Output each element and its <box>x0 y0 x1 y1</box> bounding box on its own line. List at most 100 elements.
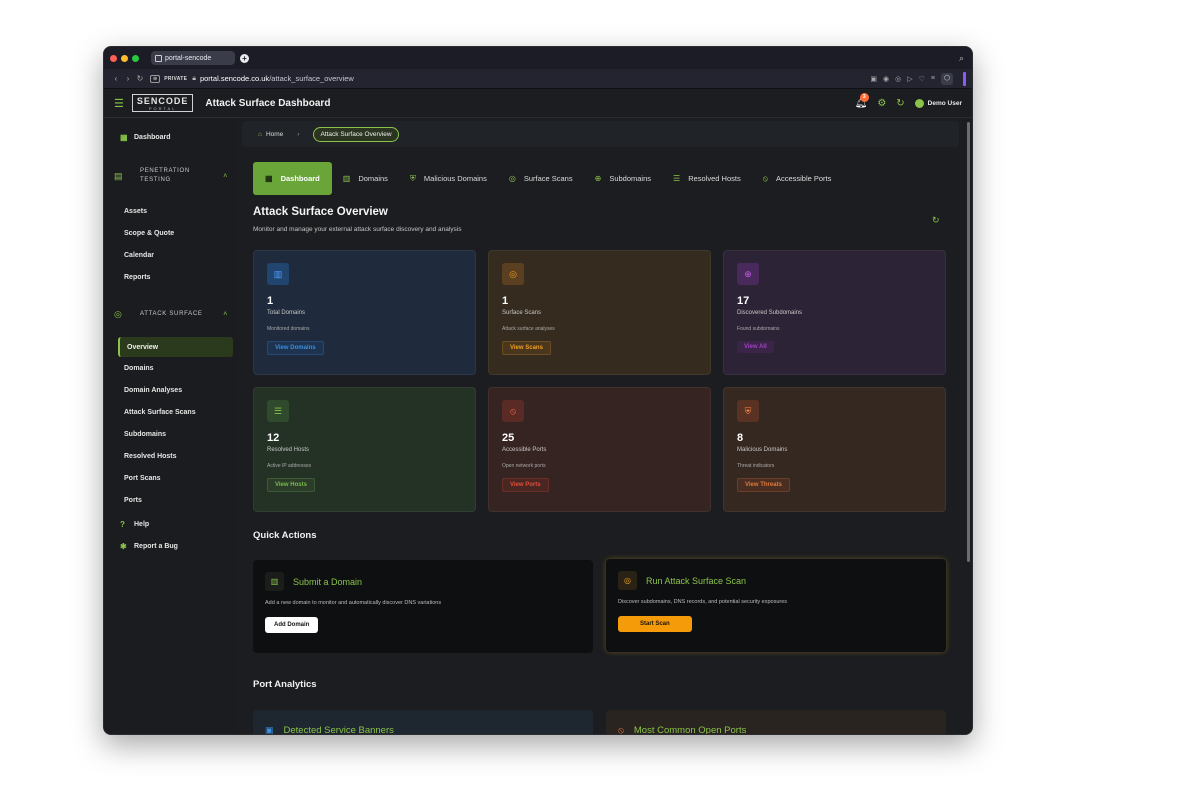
sidebar-item-attack-surface-scans[interactable]: Attack Surface Scans <box>104 401 238 423</box>
stat-desc: Attack surface analyses <box>502 326 555 332</box>
sidebar: ▦ Dashboard ▤ PENETRATION TESTING ˄ Asse… <box>104 118 238 734</box>
sidebar-item-reports[interactable]: Reports <box>104 266 238 288</box>
port-analytics-title: Port Analytics <box>253 679 317 690</box>
url-field[interactable]: portal.sencode.co.uk/attack_surface_over… <box>200 74 354 83</box>
view-scans-button[interactable]: View Scans <box>502 341 551 355</box>
private-icon: ⊕ <box>150 74 161 83</box>
private-label: PRIVATE <box>164 75 188 82</box>
reload-icon[interactable]: ↻ <box>134 74 146 83</box>
browser-tab[interactable]: portal-sencode <box>151 51 235 65</box>
stat-value: 25 <box>502 432 515 444</box>
list-icon: ☰ <box>267 400 289 422</box>
location-icon[interactable]: ◎ <box>895 75 901 83</box>
qa-desc: Discover subdomains, DNS records, and po… <box>618 599 788 605</box>
forward-icon[interactable]: › <box>122 74 134 83</box>
bug-icon: ✱ <box>120 541 127 551</box>
sidebar-item-report-bug[interactable]: ✱ Report a Bug <box>104 535 238 557</box>
stat-card-total-domains: ▥ 1 Total Domains Monitored domains View… <box>253 250 476 375</box>
breadcrumb-home[interactable]: ⌂ Home <box>258 131 283 138</box>
server-icon: ▣ <box>265 724 274 735</box>
tab-domains[interactable]: ▥ Domains <box>332 162 399 195</box>
heart-icon[interactable]: ♡ <box>919 75 925 83</box>
back-icon[interactable]: ‹ <box>110 74 122 83</box>
sidebar-item-port-scans[interactable]: Port Scans <box>104 467 238 489</box>
quick-actions-title: Quick Actions <box>253 530 317 541</box>
chart-icon: ▤ <box>114 170 124 181</box>
tab-resolved-hosts[interactable]: ☰ Resolved Hosts <box>662 162 752 195</box>
signal-icon: ⦸ <box>618 724 624 735</box>
sidebar-item-assets[interactable]: Assets <box>104 200 238 222</box>
stat-desc: Monitored domains <box>267 326 310 332</box>
reader-icon[interactable]: ▣ <box>870 75 877 83</box>
view-hosts-button[interactable]: View Hosts <box>267 478 315 492</box>
sencode-logo[interactable]: SENCODE PORTAL <box>131 94 194 112</box>
stat-card-malicious-domains: ⛨ 8 Malicious Domains Threat indicators … <box>723 387 946 512</box>
qa-title: Run Attack Surface Scan <box>646 575 747 586</box>
sidebar-item-subdomains[interactable]: Subdomains <box>104 423 238 445</box>
view-ports-button[interactable]: View Ports <box>502 478 549 492</box>
sidebar-item-dashboard[interactable]: ▦ Dashboard <box>104 126 238 148</box>
stat-value: 12 <box>267 432 280 444</box>
tab-dashboard[interactable]: ▦ Dashboard <box>253 162 332 195</box>
browser-titlebar: portal-sencode + ⌕ <box>104 47 972 69</box>
view-all-button[interactable]: View All <box>737 341 774 353</box>
start-scan-button[interactable]: Start Scan <box>618 616 692 632</box>
chevron-up-icon: ˄ <box>223 310 228 318</box>
section-label: ATTACK SURFACE <box>140 311 203 317</box>
tab-label: Subdomains <box>609 174 652 183</box>
dashboard-icon: ▦ <box>265 174 273 183</box>
stat-card-accessible-ports: ⦸ 25 Accessible Ports Open network ports… <box>488 387 711 512</box>
hamburger-menu-icon[interactable]: ☰ <box>114 97 124 110</box>
refresh-icon[interactable]: ↻ <box>932 215 940 226</box>
app-title: Attack Surface Dashboard <box>205 97 331 109</box>
section-label: PENETRATION TESTING <box>140 168 190 183</box>
sidebar-item-domains[interactable]: Domains <box>104 357 238 379</box>
tab-label: Dashboard <box>280 174 320 183</box>
add-domain-button[interactable]: Add Domain <box>265 617 319 633</box>
page-subtitle: Monitor and manage your external attack … <box>253 226 462 233</box>
panel-service-banners: ▣ Detected Service Banners <box>253 710 593 735</box>
notification-badge: 3 <box>859 92 869 102</box>
lock-icon[interactable]: 🔒︎ <box>192 75 196 83</box>
sidebar-item-calendar[interactable]: Calendar <box>104 244 238 266</box>
camera-icon[interactable]: ◉ <box>883 75 889 83</box>
tab-label: Accessible Ports <box>775 174 832 183</box>
user-menu[interactable]: Demo User <box>914 98 962 108</box>
notifications-button[interactable]: 🔔︎ 3 <box>855 92 869 109</box>
view-domains-button[interactable]: View Domains <box>267 341 324 355</box>
sidebar-section-attack-surface[interactable]: ◎ ATTACK SURFACE ˄ <box>104 300 238 328</box>
tab-label: Resolved Hosts <box>688 174 741 183</box>
building-icon: ▥ <box>342 174 351 183</box>
menu-icon[interactable]: ≡ <box>931 75 935 82</box>
close-window-button[interactable] <box>110 54 117 62</box>
tab-search-icon[interactable]: ⌕ <box>959 53 964 64</box>
sidebar-item-label: Help <box>134 520 150 528</box>
sidebar-item-help[interactable]: ? Help <box>104 513 238 535</box>
sidebar-item-resolved-hosts[interactable]: Resolved Hosts <box>104 445 238 467</box>
tab-surface-scans[interactable]: ◎ Surface Scans <box>498 162 584 195</box>
settings-gear-icon[interactable]: ⚙ <box>877 98 886 109</box>
breadcrumb: ⌂ Home › Attack Surface Overview <box>242 121 959 147</box>
view-threats-button[interactable]: View Threats <box>737 478 790 492</box>
tab-accessible-ports[interactable]: ⦸ Accessible Ports <box>752 162 843 195</box>
sidebar-section-penetration-testing[interactable]: ▤ PENETRATION TESTING ˄ <box>104 162 238 190</box>
new-tab-button[interactable]: + <box>240 53 249 63</box>
page-scrollbar[interactable] <box>967 122 970 562</box>
sidebar-item-overview[interactable]: Overview <box>118 337 233 357</box>
stat-label: Accessible Ports <box>502 447 547 453</box>
extension-icon[interactable]: ⬡ <box>941 72 953 85</box>
tab-bar: ▦ Dashboard ▥ Domains ⛨ Malicious Domains ◎… <box>253 162 842 195</box>
sidebar-item-ports[interactable]: Ports <box>104 489 238 511</box>
tab-malicious-domains[interactable]: ⛨ Malicious Domains <box>399 162 498 195</box>
browser-window: portal-sencode + ⌕ ‹ › ↻ ⊕ PRIVATE 🔒︎ po… <box>103 46 973 735</box>
tab-subdomains[interactable]: ⊕ Subdomains <box>584 162 662 195</box>
refresh-icon[interactable]: ↻ <box>896 98 904 109</box>
panel-title: Most Common Open Ports <box>633 724 747 735</box>
sidebar-item-domain-analyses[interactable]: Domain Analyses <box>104 379 238 401</box>
maximize-window-button[interactable] <box>132 54 139 62</box>
home-icon: ⌂ <box>258 130 262 138</box>
sidebar-item-scope-quote[interactable]: Scope & Quote <box>104 222 238 244</box>
stat-desc: Active IP addresses <box>267 463 312 469</box>
play-icon[interactable]: ▷ <box>907 75 912 83</box>
minimize-window-button[interactable] <box>121 54 128 62</box>
